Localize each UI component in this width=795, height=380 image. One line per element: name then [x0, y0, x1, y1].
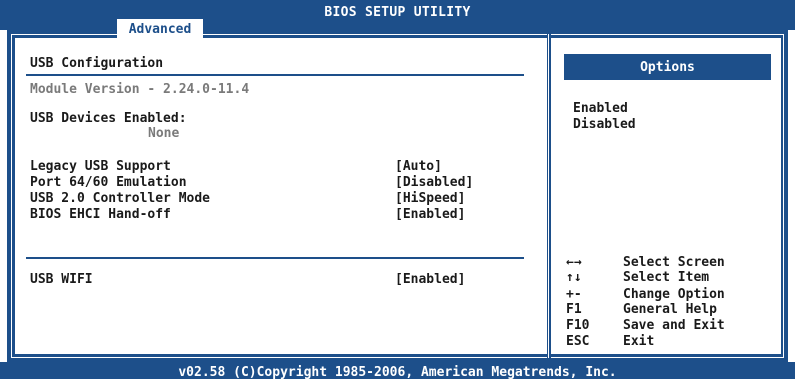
help-key-plus-minus: +-	[566, 287, 582, 302]
copyright-text: v02.58 (C)Copyright 1985-2006, American …	[178, 365, 617, 380]
help-exit: Exit	[623, 334, 655, 349]
setting-label-legacy-usb[interactable]: Legacy USB Support	[30, 159, 171, 174]
help-key-esc: ESC	[566, 334, 590, 349]
help-select-screen: Select Screen	[623, 255, 725, 270]
section-divider	[26, 74, 524, 76]
up-down-arrows-icon: ↑↓	[566, 270, 582, 285]
setting-value-usb-wifi[interactable]: [Enabled]	[395, 272, 465, 287]
options-header: Options	[564, 54, 771, 80]
setting-label-usb-wifi[interactable]: USB WIFI	[30, 272, 93, 287]
section-title: USB Configuration	[30, 56, 164, 71]
help-save-exit: Save and Exit	[623, 318, 725, 333]
help-change-option: Change Option	[623, 287, 725, 302]
wifi-divider	[26, 257, 524, 259]
setting-label-usb2-mode[interactable]: USB 2.0 Controller Mode	[30, 191, 210, 206]
module-version: Module Version - 2.24.0-11.4	[30, 82, 250, 97]
option-disabled[interactable]: Disabled	[573, 117, 636, 132]
bios-title: BIOS SETUP UTILITY	[324, 5, 471, 20]
setting-value-legacy-usb[interactable]: [Auto]	[395, 159, 442, 174]
setting-label-port-emulation[interactable]: Port 64/60 Emulation	[30, 175, 187, 190]
left-right-arrows-icon: ←→	[566, 255, 582, 270]
help-key-f10: F10	[566, 318, 590, 333]
usb-devices-label: USB Devices Enabled:	[30, 111, 187, 126]
option-enabled[interactable]: Enabled	[573, 101, 628, 116]
setting-value-usb2-mode[interactable]: [HiSpeed]	[395, 191, 465, 206]
setting-value-ehci-handoff[interactable]: [Enabled]	[395, 207, 465, 222]
setting-label-ehci-handoff[interactable]: BIOS EHCI Hand-off	[30, 207, 171, 222]
help-select-item: Select Item	[623, 270, 710, 285]
help-key-f1: F1	[566, 302, 582, 317]
usb-devices-value: None	[148, 126, 180, 141]
setting-value-port-emulation[interactable]: [Disabled]	[395, 175, 473, 190]
tab-advanced[interactable]: Advanced	[117, 19, 203, 39]
help-general-help: General Help	[623, 302, 717, 317]
